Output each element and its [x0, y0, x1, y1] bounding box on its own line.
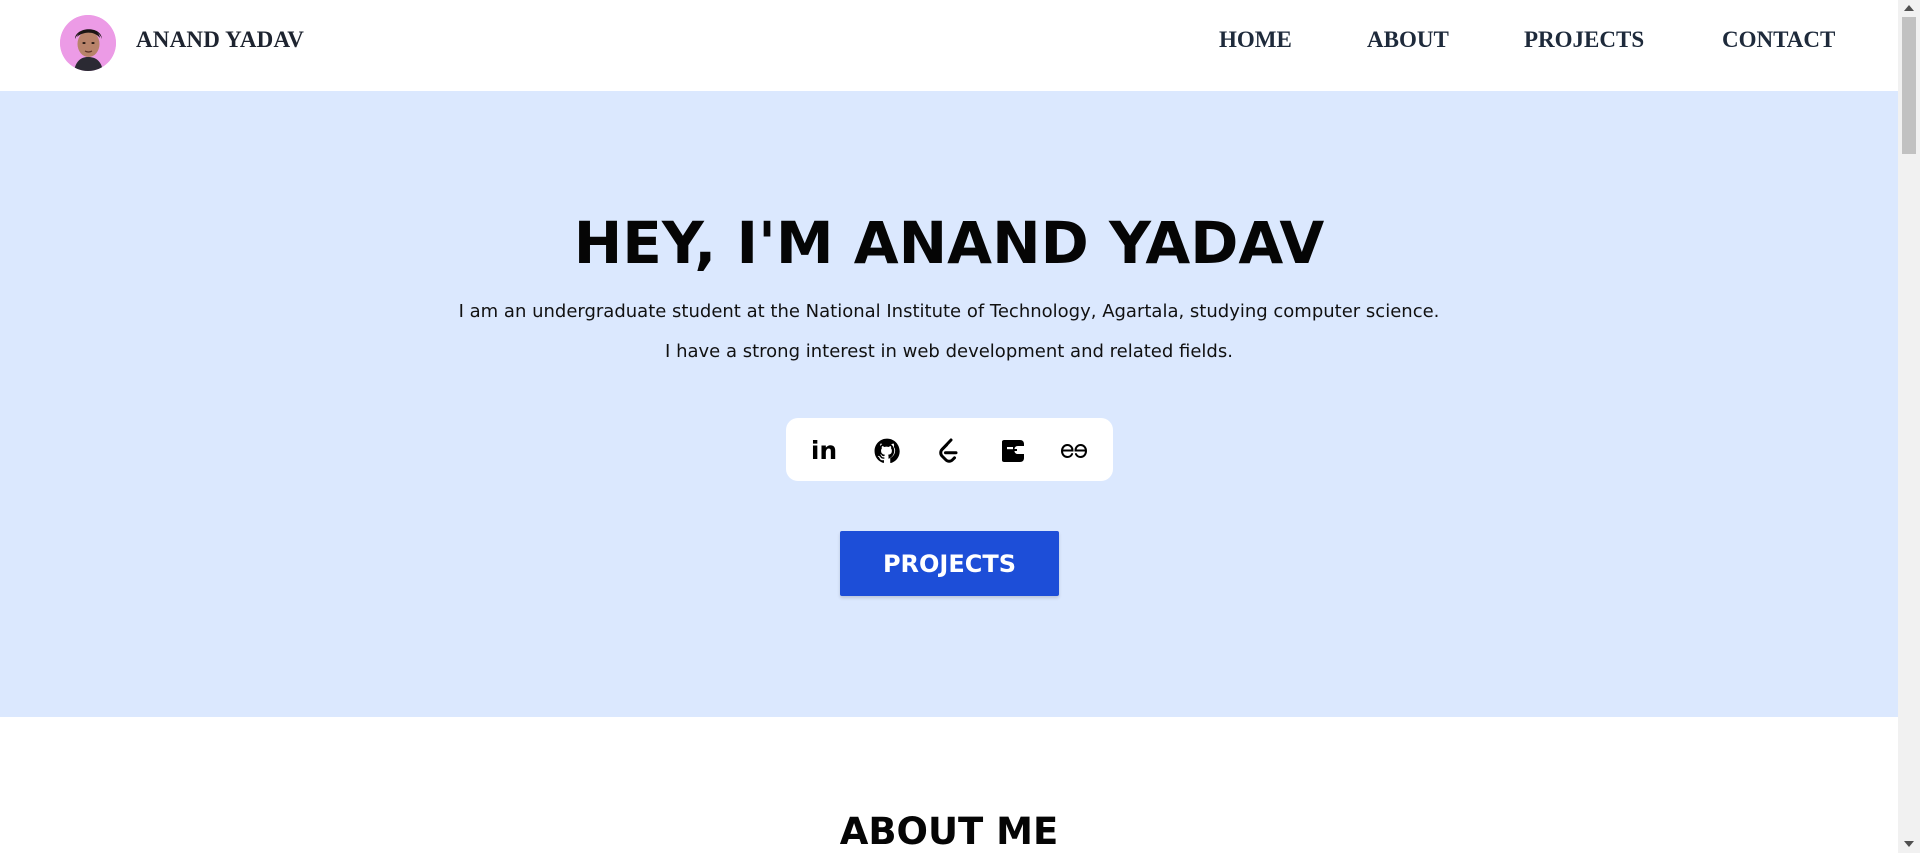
about-title: ABOUT ME [839, 810, 1059, 853]
codechef-glyph [1002, 440, 1024, 462]
page: ANAND YADAV HOME ABOUT PROJECTS CONTACT … [0, 0, 1898, 853]
github-glyph [874, 438, 900, 464]
avatar[interactable] [60, 15, 116, 71]
nav-about-link[interactable]: ABOUT [1367, 27, 1449, 53]
linkedin-icon[interactable]: in [809, 436, 839, 466]
hero-intro-line-1: I am an undergraduate student at the Nat… [458, 301, 1440, 322]
brand-name[interactable]: ANAND YADAV [136, 27, 304, 53]
geeksforgeeks-icon[interactable] [1059, 436, 1089, 466]
nav-projects-link[interactable]: PROJECTS [1524, 27, 1644, 53]
nav-contact-link[interactable]: CONTACT [1722, 27, 1835, 53]
nav-home-link[interactable]: HOME [1219, 27, 1292, 53]
vertical-scrollbar[interactable] [1898, 0, 1920, 853]
hero-title: HEY, I'M ANAND YADAV [573, 209, 1325, 277]
leetcode-glyph [939, 438, 958, 463]
geeksforgeeks-glyph [1060, 443, 1088, 459]
linkedin-glyph: in [810, 436, 838, 465]
hero-intro-line-2: I have a strong interest in web developm… [665, 341, 1233, 362]
github-icon[interactable] [872, 436, 902, 466]
projects-button[interactable]: PROJECTS [840, 531, 1059, 596]
scrollbar-thumb[interactable] [1902, 17, 1916, 154]
avatar-photo [60, 15, 116, 71]
navbar: ANAND YADAV HOME ABOUT PROJECTS CONTACT [0, 0, 1898, 91]
codechef-icon[interactable] [997, 436, 1027, 466]
hero-section: HEY, I'M ANAND YADAV I am an undergradua… [0, 91, 1898, 717]
scroll-down-arrow-icon[interactable] [1904, 841, 1914, 847]
scroll-up-arrow-icon[interactable] [1904, 5, 1914, 11]
leetcode-icon[interactable] [934, 436, 964, 466]
social-links-box: in [786, 418, 1113, 481]
